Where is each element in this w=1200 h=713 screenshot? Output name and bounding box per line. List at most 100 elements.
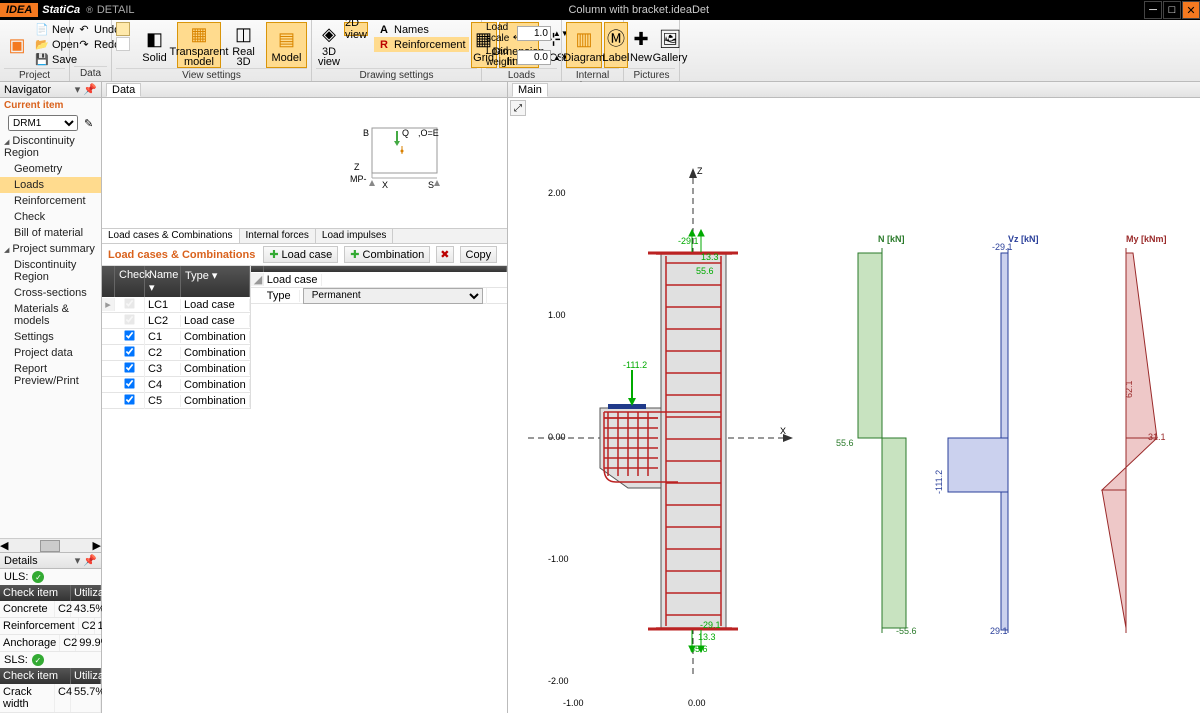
svg-text:-1.00: -1.00 <box>548 554 569 564</box>
brand-name: StatiCa <box>42 4 80 16</box>
maximize-button[interactable]: □ <box>1163 1 1181 19</box>
svg-text:-111.2: -111.2 <box>934 470 944 494</box>
current-item-select[interactable]: DRM1 <box>8 115 78 131</box>
svg-text:55.6: 55.6 <box>690 644 708 654</box>
tree-check[interactable]: Check <box>0 209 101 225</box>
svg-text:-29.1: -29.1 <box>992 242 1013 252</box>
svg-text:Vz [kN]: Vz [kN] <box>1008 234 1039 244</box>
data-tab[interactable]: Data <box>106 83 141 97</box>
document-title: Column with bracket.ideaDet <box>135 4 1143 16</box>
svg-text:My [kNm]: My [kNm] <box>1126 234 1167 244</box>
svg-text:55.6: 55.6 <box>836 438 854 448</box>
svg-text:1.00: 1.00 <box>548 310 566 320</box>
uls-row[interactable]: AnchorageC299.9% <box>0 635 101 652</box>
svg-text:29.1: 29.1 <box>990 626 1008 636</box>
lc-row[interactable]: C2Combination <box>102 345 250 361</box>
tree-ps-dr[interactable]: Discontinuity Region <box>0 257 101 285</box>
lc-check[interactable] <box>124 378 134 388</box>
svg-text:X: X <box>780 426 786 436</box>
edit-icon[interactable]: ✎ <box>84 117 93 130</box>
uls-row[interactable]: ReinforcementC2100.0% <box>0 618 101 635</box>
lc-row[interactable]: C5Combination <box>102 393 250 409</box>
lc-row[interactable]: ▸LC1Load case <box>102 297 250 313</box>
lc-check[interactable] <box>124 314 134 324</box>
lc-check[interactable] <box>124 330 134 340</box>
reinforcement-toggle[interactable]: RReinforcement <box>374 37 469 52</box>
tree-bom[interactable]: Bill of material <box>0 225 101 241</box>
new-pic-button[interactable]: ✚New <box>628 22 654 68</box>
view-mode-icon[interactable] <box>116 22 130 36</box>
svg-text:62.1: 62.1 <box>1124 380 1134 398</box>
file-button[interactable]: ▣ <box>4 22 30 68</box>
lc-row[interactable]: C3Combination <box>102 361 250 377</box>
minimize-button[interactable]: ─ <box>1144 1 1162 19</box>
data-subtabs: Load cases & Combinations Internal force… <box>102 228 507 244</box>
svg-text:-1.00: -1.00 <box>563 698 584 708</box>
lc-row[interactable]: C1Combination <box>102 329 250 345</box>
logo: IDEA <box>0 3 38 17</box>
add-combination-button[interactable]: ✚Combination <box>344 246 430 263</box>
tree-reinforcement[interactable]: Reinforcement <box>0 193 101 209</box>
model-button[interactable]: ▤Model <box>266 22 307 68</box>
ribbon: ▣ 📄New 📂Open 💾Save Project ↶Undo ↷Redo D… <box>0 20 1200 82</box>
svg-text:B: B <box>363 128 369 138</box>
lc-check[interactable] <box>124 346 134 356</box>
lc-row[interactable]: LC2Load case <box>102 313 250 329</box>
details-pin-icon[interactable]: ▾ 📌 <box>75 554 97 567</box>
svg-text:Q: Q <box>402 128 409 138</box>
main-tab[interactable]: Main <box>512 83 548 97</box>
real3d-button[interactable]: ◫Real 3D <box>223 22 264 68</box>
tree-ps-pd[interactable]: Project data <box>0 345 101 361</box>
main-panel: Main ⤢ 2.00 1.00 0.00 -1.00 -2.00 -1.00 … <box>508 82 1200 713</box>
view-mode-icon-2[interactable] <box>116 37 130 51</box>
gallery-button[interactable]: 🖼Gallery <box>656 22 684 68</box>
uls-row[interactable]: ConcreteC243.5% <box>0 601 101 618</box>
nav-hscroll[interactable]: ◀▶ <box>0 538 101 552</box>
tree-geometry[interactable]: Geometry <box>0 161 101 177</box>
close-button[interactable]: ✕ <box>1182 1 1200 19</box>
tree-ps-set[interactable]: Settings <box>0 329 101 345</box>
expand-button[interactable]: ⤢ <box>510 100 526 116</box>
navigator-panel: Navigator▾ 📌 Current item DRM1 ✎ Discont… <box>0 82 102 713</box>
tree-ps-rpt[interactable]: Report Preview/Print <box>0 361 101 389</box>
details-title: Details <box>4 555 38 567</box>
tab-load-impulses[interactable]: Load impulses <box>316 229 393 243</box>
svg-text:N [kN]: N [kN] <box>878 234 905 244</box>
tree-loads[interactable]: Loads <box>0 177 101 193</box>
loadcase-type-select[interactable]: Permanent <box>303 288 483 304</box>
diagram-canvas[interactable]: 2.00 1.00 0.00 -1.00 -2.00 -1.00 0.00 Z … <box>508 118 1200 713</box>
tree-discontinuity[interactable]: Discontinuity Region <box>0 133 101 161</box>
svg-text:-2.00: -2.00 <box>548 676 569 686</box>
svg-text:Z: Z <box>697 166 703 176</box>
svg-text:0.00: 0.00 <box>688 698 706 708</box>
load-scale-input[interactable] <box>517 26 551 41</box>
uls-table-header: Check itemUtilization <box>0 585 101 601</box>
svg-text:13.3: 13.3 <box>701 252 719 262</box>
svg-text:MP-: MP- <box>350 174 367 184</box>
svg-text:S: S <box>428 180 434 190</box>
lc-check[interactable] <box>124 298 134 308</box>
sls-row[interactable]: Crack widthC455.7% <box>0 684 101 713</box>
load-weight-input[interactable] <box>517 50 551 65</box>
transparent-model-button[interactable]: ▦Transparent model <box>177 22 221 68</box>
add-loadcase-button[interactable]: ✚Load case <box>263 246 338 263</box>
lc-row[interactable]: C4Combination <box>102 377 250 393</box>
names-toggle[interactable]: ANames <box>374 22 469 37</box>
lc-check[interactable] <box>124 394 134 404</box>
3dview-button[interactable]: ◈3D view <box>316 22 342 68</box>
lc-check[interactable] <box>124 362 134 372</box>
tab-internal-forces[interactable]: Internal forces <box>240 229 316 243</box>
tab-loadcases[interactable]: Load cases & Combinations <box>102 229 240 243</box>
pin-icon[interactable]: ▾ 📌 <box>75 83 97 96</box>
sls-table-header: Check itemUtilization <box>0 668 101 684</box>
svg-text:-29.1: -29.1 <box>678 236 699 246</box>
tree-ps-cs[interactable]: Cross-sections <box>0 285 101 301</box>
diagram-button[interactable]: ▥Diagram <box>566 22 602 68</box>
copy-button[interactable]: Copy <box>460 246 498 263</box>
2dview-button[interactable]: 2D view <box>344 22 368 36</box>
svg-text:0.00: 0.00 <box>548 432 566 442</box>
tree-project-summary[interactable]: Project summary <box>0 241 101 257</box>
delete-button[interactable]: ✖ <box>436 246 453 263</box>
tree-ps-mm[interactable]: Materials & models <box>0 301 101 329</box>
schematic-view: Q ,O=E B Z X S MP- <box>102 98 507 228</box>
